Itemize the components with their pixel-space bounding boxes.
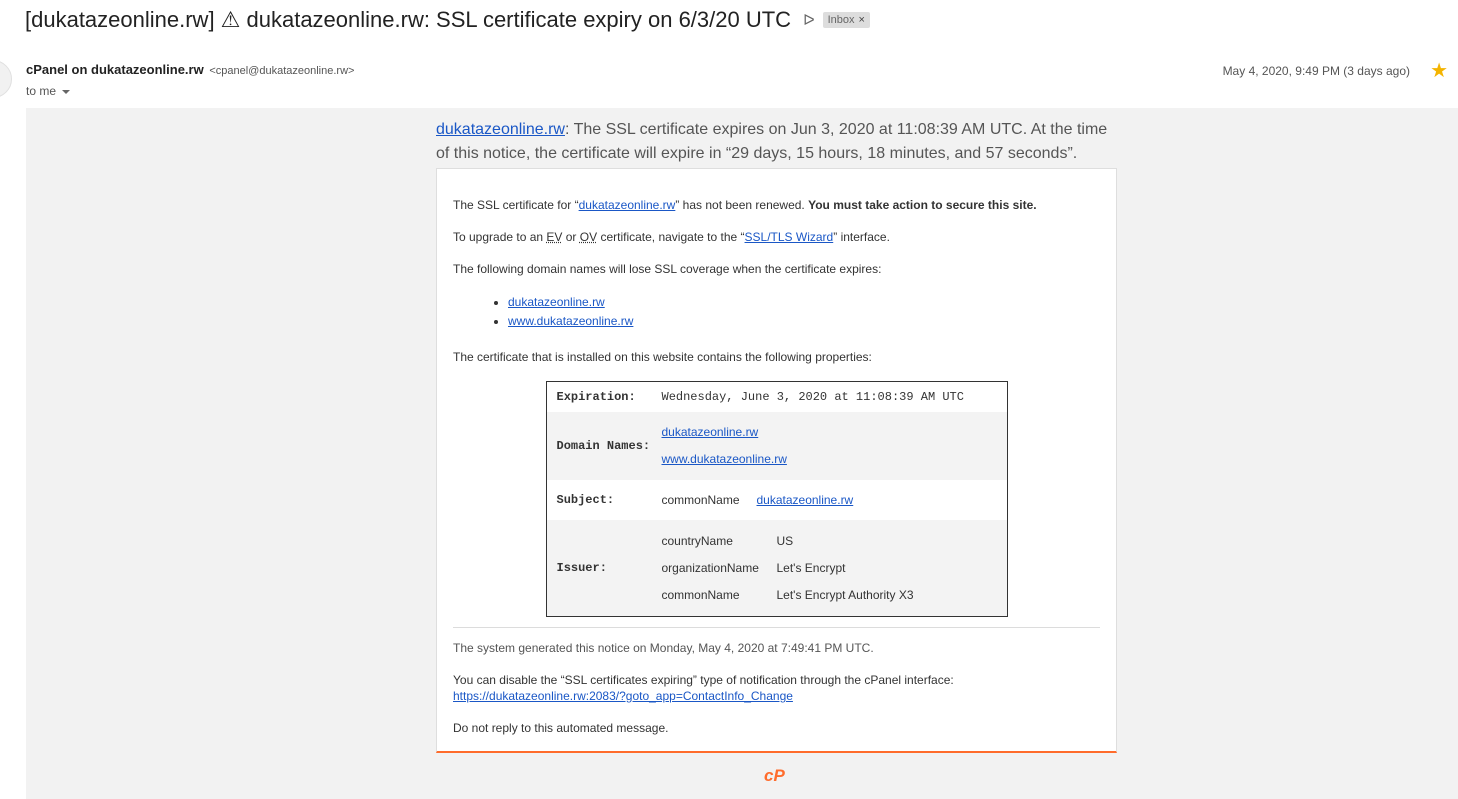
remove-label-icon[interactable]: ×: [859, 14, 865, 26]
certificate-table: Expiration: Wednesday, June 3, 2020 at 1…: [545, 381, 1008, 617]
renewal-domain-link[interactable]: dukatazeonline.rw: [579, 198, 676, 212]
chevron-down-icon[interactable]: [62, 89, 71, 94]
recipient-text: to me: [26, 84, 57, 98]
renewal-paragraph: The SSL certificate for “dukatazeonline.…: [453, 197, 1100, 213]
table-row: Issuer: countryName US organizationName Le…: [546, 520, 1007, 617]
notice-card: The SSL certificate for “dukatazeonline.…: [436, 168, 1117, 753]
upgrade-text-or: or: [562, 230, 580, 244]
upgrade-text-post: ” interface.: [833, 230, 890, 244]
sender-name[interactable]: cPanel on dukatazeonline.rw: [26, 62, 204, 77]
subject-key: Subject:: [546, 480, 661, 520]
domain-names-key: Domain Names:: [546, 412, 661, 480]
disable-text: You can disable the “SSL certificates ex…: [453, 673, 954, 687]
email-date: May 4, 2020, 9:49 PM (3 days ago): [1222, 64, 1410, 78]
generated-notice: The system generated this notice on Mond…: [453, 641, 874, 655]
sender-avatar[interactable]: [0, 60, 12, 98]
properties-paragraph: The certificate that is installed on thi…: [453, 350, 872, 364]
expiration-value: Wednesday, June 3, 2020 at 11:08:39 AM U…: [660, 381, 1007, 412]
list-item: www.dukatazeonline.rw: [508, 312, 1100, 331]
issuer-field-name: organizationName: [661, 560, 759, 575]
disable-paragraph: You can disable the “SSL certificates ex…: [453, 672, 1100, 704]
issuer-field-value: Let's Encrypt: [776, 560, 846, 575]
cert-domain-link[interactable]: dukatazeonline.rw: [662, 425, 759, 439]
cert-domain-link[interactable]: www.dukatazeonline.rw: [662, 452, 787, 466]
subject-value: commonName dukatazeonline.rw: [660, 480, 1007, 520]
table-row: Subject: commonName dukatazeonline.rw: [546, 480, 1007, 520]
subject-field-name: commonName: [661, 492, 740, 507]
inbox-label[interactable]: Inbox ×: [822, 12, 870, 28]
table-row: Expiration: Wednesday, June 3, 2020 at 1…: [546, 381, 1007, 412]
coverage-paragraph: The following domain names will lose SSL…: [453, 262, 882, 276]
noreply-paragraph: Do not reply to this automated message.: [453, 721, 669, 735]
issuer-field-value: Let's Encrypt Authority X3: [776, 587, 914, 602]
domain-list: dukatazeonline.rw www.dukatazeonline.rw: [453, 293, 1100, 331]
ev-abbr[interactable]: EV: [546, 230, 562, 244]
issuer-value: countryName US organizationName Let's Encr…: [660, 520, 1007, 617]
email-body: dukatazeonline.rw: The SSL certificate e…: [26, 108, 1458, 799]
important-marker-icon[interactable]: ᐅ: [803, 11, 815, 29]
expiration-key: Expiration:: [546, 381, 661, 412]
issuer-field-name: countryName: [661, 533, 733, 548]
domain-link[interactable]: dukatazeonline.rw: [508, 295, 605, 309]
issuer-field-value: US: [776, 533, 794, 548]
ov-abbr[interactable]: OV: [580, 230, 597, 244]
list-item: dukatazeonline.rw: [508, 293, 1100, 312]
inbox-label-text: Inbox: [827, 14, 855, 26]
renewal-text-pre: The SSL certificate for “: [453, 198, 579, 212]
sender-email: <cpanel@dukatazeonline.rw>: [209, 65, 355, 77]
domain-link[interactable]: www.dukatazeonline.rw: [508, 314, 633, 328]
renewal-text-post: ” has not been renewed.: [675, 198, 809, 212]
domain-names-value: dukatazeonline.rw www.dukatazeonline.rw: [660, 412, 1007, 480]
intro-domain-link[interactable]: dukatazeonline.rw: [436, 121, 565, 138]
renewal-warning: You must take action to secure this site…: [808, 198, 1037, 212]
subject-domain-link[interactable]: dukatazeonline.rw: [757, 487, 854, 514]
upgrade-text-pre: To upgrade to an: [453, 230, 547, 244]
intro-paragraph: dukatazeonline.rw: The SSL certificate e…: [436, 118, 1116, 166]
issuer-key: Issuer:: [546, 520, 661, 617]
recipient-details[interactable]: to me: [26, 84, 71, 98]
upgrade-paragraph: To upgrade to an EV or OV certificate, n…: [453, 229, 1100, 245]
issuer-field-name: commonName: [661, 587, 740, 602]
email-subject: [dukatazeonline.rw] ⚠ dukatazeonline.rw:…: [25, 7, 792, 32]
divider: [453, 627, 1100, 628]
table-row: Domain Names: dukatazeonline.rw www.duka…: [546, 412, 1007, 480]
contact-info-link[interactable]: https://dukatazeonline.rw:2083/?goto_app…: [453, 689, 793, 703]
subject-row: [dukatazeonline.rw] ⚠ dukatazeonline.rw:…: [25, 5, 870, 35]
upgrade-text-mid: certificate, navigate to the “: [597, 230, 745, 244]
star-icon[interactable]: ★: [1430, 58, 1448, 83]
sender-line: cPanel on dukatazeonline.rw <cpanel@duka…: [26, 62, 354, 77]
cpanel-logo: cP: [764, 766, 785, 785]
ssl-wizard-link[interactable]: SSL/TLS Wizard: [745, 230, 834, 244]
